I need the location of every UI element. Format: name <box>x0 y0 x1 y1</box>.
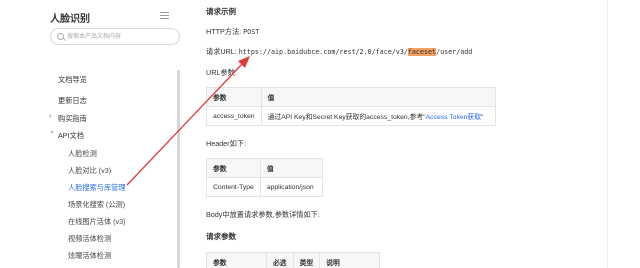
request-params-table: 参数 必选 类型 说明 <box>206 252 381 268</box>
http-method-value: POST <box>243 28 260 36</box>
table-header: 值 <box>259 158 323 178</box>
table-cell: 通过API Key和Secret Key获取的access_token,参考"A… <box>260 106 496 126</box>
sidebar-scrollbar[interactable] <box>177 70 180 268</box>
table-header-row: 参数 值 <box>206 158 323 178</box>
main-content: 请求示例 HTTP方法: POST 请求URL: https://aip.bai… <box>190 0 610 268</box>
sidebar-item-purchase-guide[interactable]: 购买指南 <box>58 114 87 124</box>
url-params-table: 参数 值 access_token 通过API Key和Secret Key获取… <box>206 87 496 126</box>
table-header: 说明 <box>319 252 381 268</box>
sidebar-item-online-liveness[interactable]: 在线图片活体 (v3) <box>68 217 126 227</box>
menu-icon[interactable] <box>160 12 169 19</box>
sidebar-item-changelog[interactable]: 更新日志 <box>58 96 87 106</box>
request-url-line: 请求URL: https://aip.baidubce.com/rest/2.0… <box>206 47 472 57</box>
section-title-request-example: 请求示例 <box>206 7 236 16</box>
table-header: 必选 <box>266 252 294 268</box>
sidebar-item-face-search[interactable]: 人脸搜索与库管理 <box>68 183 126 193</box>
http-method-label: HTTP方法: POST <box>206 27 260 36</box>
table-row: access_token 通过API Key和Secret Key获取的acce… <box>206 106 496 126</box>
table-header: 参数 <box>206 87 262 107</box>
sidebar-item-doc-guide[interactable]: 文档导览 <box>58 75 87 85</box>
table-row: Content-Type application/json <box>206 177 323 197</box>
search-box[interactable] <box>50 28 180 45</box>
chevron-right-icon[interactable]: › <box>49 113 51 120</box>
sidebar: 人脸识别 文档导览 更新日志 › 购买指南 ⌄ API文档 人脸检测 人脸对比 … <box>38 0 180 268</box>
sidebar-item-flash-liveness[interactable]: 炫瞳活体检测 <box>68 251 111 261</box>
search-icon <box>57 33 64 40</box>
url-params-label: URL参数: <box>206 68 237 77</box>
url-highlight-faceset: faceset <box>407 48 437 56</box>
section-title-request-params: 请求参数 <box>206 232 236 241</box>
sidebar-item-api-docs[interactable]: API文档 <box>58 131 84 141</box>
request-url-label: 请求URL: <box>206 47 237 56</box>
scrollbar-thumb[interactable] <box>177 70 180 268</box>
sidebar-item-video-liveness[interactable]: 视频活体检测 <box>68 234 111 244</box>
table-header: 值 <box>260 87 496 107</box>
table-header-row: 参数 值 <box>206 87 496 107</box>
sidebar-title: 人脸识别 <box>50 14 90 25</box>
table-cell: application/json <box>259 177 323 197</box>
header-table: 参数 值 Content-Type application/json <box>206 158 323 197</box>
sidebar-item-scene-search[interactable]: 场景化搜索 (公测) <box>68 200 125 210</box>
table-header: 类型 <box>292 252 321 268</box>
table-cell: Content-Type <box>206 177 261 197</box>
table-header: 参数 <box>206 252 267 268</box>
table-header: 参数 <box>206 158 261 178</box>
table-cell: access_token <box>206 106 262 126</box>
table-header-row: 参数 必选 类型 说明 <box>206 252 381 268</box>
sidebar-item-face-detect[interactable]: 人脸检测 <box>68 149 97 159</box>
body-note: Body中放置请求参数,参数详情如下: <box>206 210 320 219</box>
chevron-down-icon[interactable]: ⌄ <box>49 127 55 135</box>
header-label: Header如下: <box>206 139 246 148</box>
access-token-link[interactable]: Access Token获取 <box>426 114 481 121</box>
search-input[interactable] <box>67 32 175 42</box>
sidebar-item-face-compare[interactable]: 人脸对比 (v3) <box>68 166 111 176</box>
request-url: https://aip.baidubce.com/rest/2.0/face/v… <box>238 48 473 56</box>
content-right-border <box>607 0 608 268</box>
